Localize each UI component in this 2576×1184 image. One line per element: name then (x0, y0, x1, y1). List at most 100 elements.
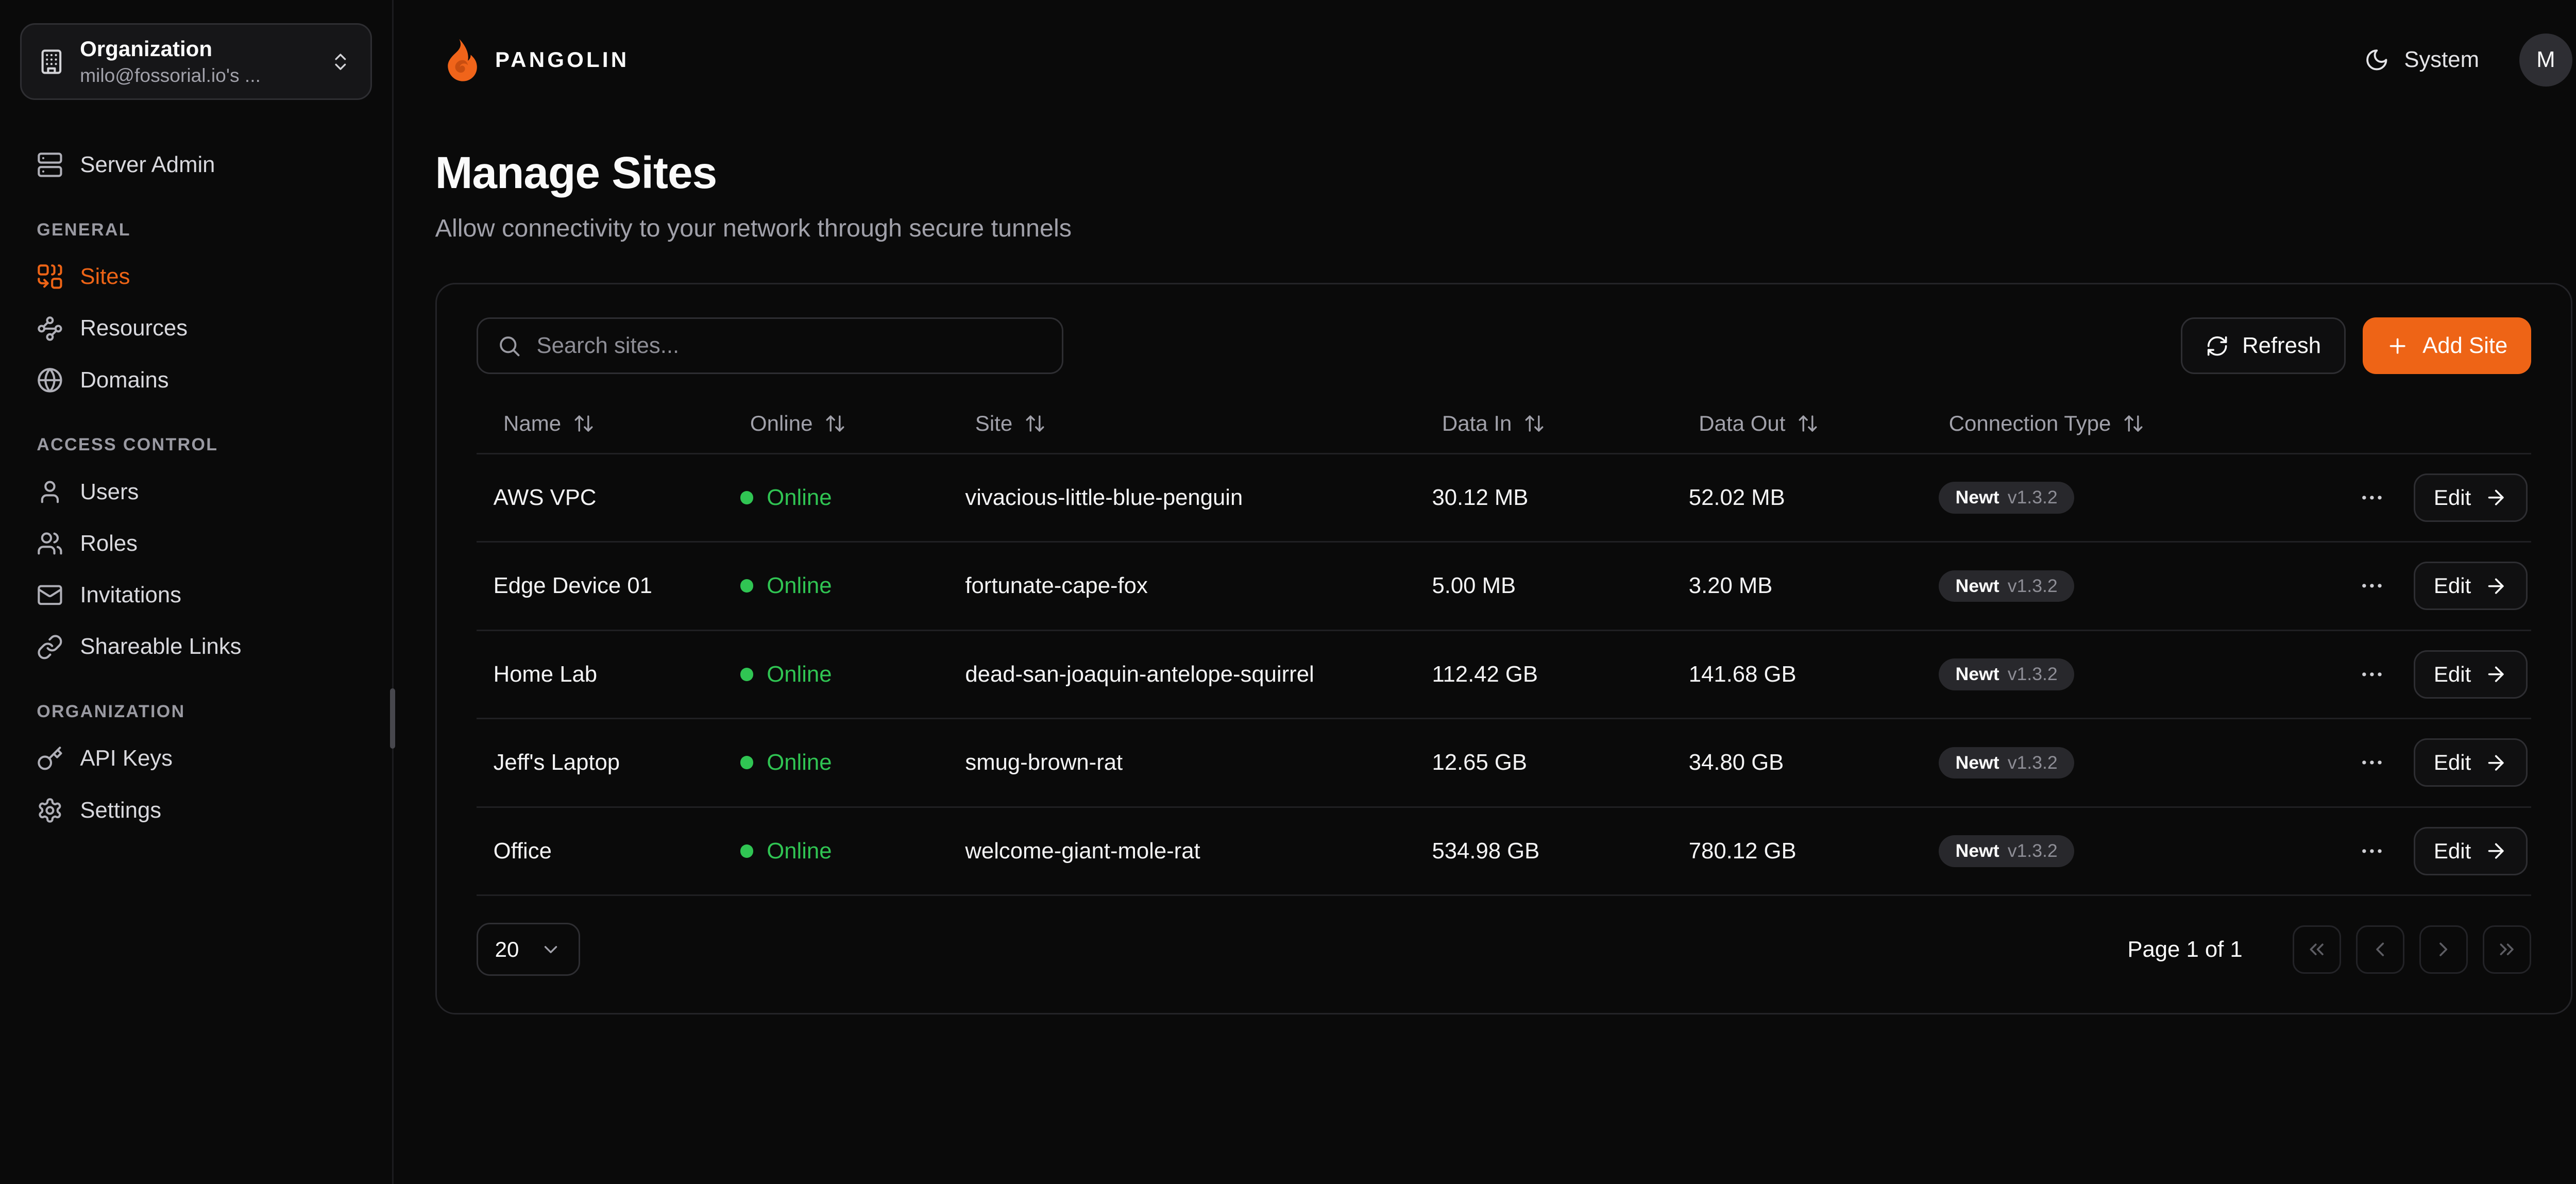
sidebar-item-label: API Keys (80, 746, 173, 771)
sidebar-resize-handle[interactable] (390, 688, 395, 748)
sort-icon (824, 413, 846, 434)
search-input[interactable] (536, 333, 1043, 359)
column-label: Name (503, 411, 561, 436)
sidebar-item-server-admin[interactable]: Server Admin (20, 140, 372, 190)
edit-button[interactable]: Edit (2414, 738, 2528, 787)
last-page-button[interactable] (2483, 925, 2531, 974)
toolbar-actions: Refresh Add Site (2181, 317, 2531, 374)
sites-card: Refresh Add Site Name Online Site (435, 283, 2573, 1014)
edit-button-label: Edit (2434, 485, 2471, 510)
online-status-label: Online (767, 662, 832, 687)
plus-icon (2386, 334, 2409, 358)
page-size-value: 20 (495, 937, 519, 962)
table-row: Edge Device 01 Online fortunate-cape-fox… (477, 543, 2531, 631)
ellipsis-icon (2359, 749, 2385, 776)
cell-connection-type: Newt v1.3.2 (1922, 658, 2311, 690)
cell-online: Online (723, 662, 948, 687)
server-icon (37, 151, 63, 178)
brand[interactable]: PANGOLIN (435, 38, 630, 82)
column-header-online[interactable]: Online (723, 411, 948, 436)
cell-site: smug-brown-rat (948, 750, 1415, 775)
globe-icon (37, 367, 63, 394)
section-label-organization: ORGANIZATION (37, 702, 355, 722)
edit-button[interactable]: Edit (2414, 827, 2528, 875)
edit-button-label: Edit (2434, 839, 2471, 864)
cell-data-in: 30.12 MB (1415, 485, 1672, 511)
arrow-right-icon (2484, 486, 2507, 509)
table-footer: 20 Page 1 of 1 (477, 923, 2531, 976)
user-icon (37, 479, 63, 505)
online-status-label: Online (767, 485, 832, 511)
column-header-data-out[interactable]: Data Out (1672, 411, 1922, 436)
connection-name: Newt (1956, 488, 1999, 507)
next-page-button[interactable] (2419, 925, 2468, 974)
sidebar-item-users[interactable]: Users (20, 467, 372, 517)
cell-actions: Edit (2311, 473, 2531, 522)
online-status-dot (740, 756, 754, 769)
search-box (477, 317, 1063, 374)
column-header-data-in[interactable]: Data In (1415, 411, 1672, 436)
sidebar-item-label: Server Admin (80, 152, 215, 178)
refresh-button-label: Refresh (2242, 333, 2321, 359)
cell-data-out: 34.80 GB (1672, 750, 1922, 775)
add-site-button-label: Add Site (2422, 333, 2507, 359)
cell-data-out: 141.68 GB (1672, 662, 1922, 687)
cell-connection-type: Newt v1.3.2 (1922, 482, 2311, 513)
previous-page-button[interactable] (2356, 925, 2404, 974)
sidebar-item-label: Resources (80, 315, 188, 341)
connection-version: v1.3.2 (2008, 488, 2058, 507)
section-label-general: GENERAL (37, 220, 355, 240)
page-size-select[interactable]: 20 (477, 923, 580, 976)
online-status-label: Online (767, 838, 832, 864)
online-status-dot (740, 668, 754, 681)
connection-version: v1.3.2 (2008, 665, 2058, 684)
edit-button[interactable]: Edit (2414, 473, 2528, 522)
column-label: Connection Type (1949, 411, 2111, 436)
cell-site: fortunate-cape-fox (948, 573, 1415, 599)
column-header-site[interactable]: Site (948, 411, 1415, 436)
sidebar-item-resources[interactable]: Resources (20, 303, 372, 353)
add-site-button[interactable]: Add Site (2363, 317, 2531, 374)
sidebar-item-settings[interactable]: Settings (20, 785, 372, 835)
column-header-connection-type[interactable]: Connection Type (1922, 411, 2311, 436)
pager-buttons (2293, 925, 2531, 974)
row-more-button[interactable] (2352, 831, 2393, 871)
table-row: Home Lab Online dead-san-joaquin-antelop… (477, 631, 2531, 720)
cell-data-in: 12.65 GB (1415, 750, 1672, 775)
column-label: Data Out (1699, 411, 1785, 436)
sidebar-item-roles[interactable]: Roles (20, 518, 372, 568)
cell-online: Online (723, 573, 948, 599)
sidebar-item-domains[interactable]: Domains (20, 355, 372, 405)
edit-button-label: Edit (2434, 750, 2471, 775)
refresh-icon (2206, 334, 2229, 358)
table-toolbar: Refresh Add Site (477, 317, 2531, 374)
chevron-down-icon (540, 939, 562, 960)
row-more-button[interactable] (2352, 742, 2393, 783)
sidebar-item-label: Domains (80, 367, 168, 393)
ellipsis-icon (2359, 484, 2385, 511)
cell-online: Online (723, 750, 948, 775)
org-switcher[interactable]: Organization milo@fossorial.io's ... (20, 23, 372, 100)
row-more-button[interactable] (2352, 478, 2393, 518)
edit-button[interactable]: Edit (2414, 650, 2528, 699)
first-page-button[interactable] (2293, 925, 2341, 974)
sidebar-item-invitations[interactable]: Invitations (20, 570, 372, 620)
sidebar-item-shareable-links[interactable]: Shareable Links (20, 622, 372, 672)
cell-actions: Edit (2311, 562, 2531, 610)
refresh-button[interactable]: Refresh (2181, 317, 2346, 374)
row-more-button[interactable] (2352, 566, 2393, 606)
edit-button[interactable]: Edit (2414, 562, 2528, 610)
avatar[interactable]: M (2519, 33, 2573, 87)
cell-site: vivacious-little-blue-penguin (948, 485, 1415, 511)
sidebar-item-api-keys[interactable]: API Keys (20, 734, 372, 784)
column-header-name[interactable]: Name (477, 411, 723, 436)
mail-icon (37, 582, 63, 608)
row-more-button[interactable] (2352, 654, 2393, 695)
cell-connection-type: Newt v1.3.2 (1922, 835, 2311, 867)
ellipsis-icon (2359, 661, 2385, 688)
online-status-dot (740, 491, 754, 504)
sidebar-item-sites[interactable]: Sites (20, 252, 372, 302)
theme-toggle[interactable]: System (2364, 47, 2479, 73)
sidebar-item-label: Settings (80, 798, 161, 823)
arrow-right-icon (2484, 663, 2507, 686)
